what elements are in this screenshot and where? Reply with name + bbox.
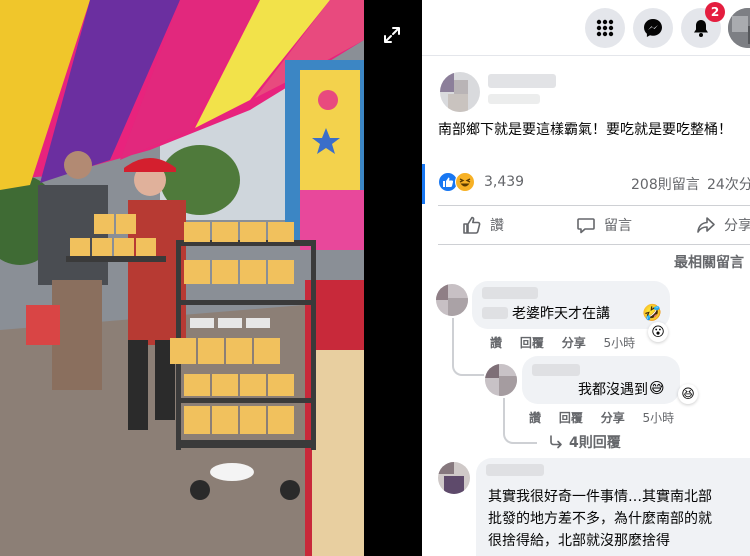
thread-line <box>452 318 454 360</box>
like-button[interactable]: 讚 <box>462 212 504 238</box>
share-label: 分享 <box>724 218 750 234</box>
comment-bubble: 老婆昨天才在講 🤣 <box>472 281 670 329</box>
reactions-summary: 3,439 208則留言 24次分 <box>422 168 750 198</box>
comment-bubble: 其實我很好奇一件事情…其實南北部 批發的地方差不多，為什麼南部的就 很捨得給，北… <box>476 458 750 556</box>
comment-time[interactable]: 5小時 <box>604 336 636 350</box>
post-photo[interactable] <box>0 0 364 556</box>
share-count[interactable]: 24次分 <box>707 174 750 194</box>
expand-icon[interactable] <box>381 24 403 46</box>
haha-reaction-icon <box>455 172 475 192</box>
reply-bubble: 我都沒遇到 😅 <box>522 356 680 404</box>
post-actions: 讚 留言 分享 <box>422 206 750 244</box>
reaction-icons[interactable] <box>438 172 480 194</box>
comment-actions: 讚 回覆 分享 5小時 <box>490 334 649 351</box>
top-bar: 2 <box>422 0 750 56</box>
thread-line <box>452 360 484 376</box>
laughing-emoji-icon: 😆 <box>681 386 695 402</box>
thread-line <box>503 428 537 444</box>
comment-share-link[interactable]: 分享 <box>562 336 586 350</box>
divider <box>438 244 750 245</box>
reply-time[interactable]: 5小時 <box>643 411 675 425</box>
laughing-emoji-icon: 🤣 <box>642 303 662 322</box>
grid-menu-icon <box>596 19 614 37</box>
post-time-redacted <box>488 94 540 104</box>
author-name-redacted <box>488 74 556 88</box>
reply-like-link[interactable]: 讚 <box>529 411 541 425</box>
reply-text: 我都沒遇到 <box>578 382 648 398</box>
comment-label: 留言 <box>604 218 632 234</box>
comment-sort-dropdown[interactable]: 最相關留言 <box>674 252 744 272</box>
commenter-avatar[interactable] <box>436 284 468 316</box>
more-replies-label: 4則回覆 <box>569 435 621 451</box>
commenter-name-redacted <box>486 464 544 476</box>
bell-icon <box>694 20 708 37</box>
photo-viewer <box>0 0 422 556</box>
view-more-replies[interactable]: 4則回覆 <box>549 432 621 452</box>
comment-line-2: 批發的地方差不多，為什麼南部的就 <box>488 511 712 527</box>
post-panel: 2 南部鄉下就是要這樣霸氣！要吃就是要吃整桶！ 3,439 208則留言 24次… <box>422 0 750 556</box>
messenger-button[interactable] <box>633 8 673 48</box>
wow-emoji-icon: 😮 <box>651 324 665 340</box>
sweat-smile-emoji-icon: 😅 <box>649 379 665 397</box>
comment-button[interactable]: 留言 <box>576 212 632 238</box>
share-button[interactable]: 分享 <box>696 212 750 238</box>
reply-actions: 讚 回覆 分享 5小時 <box>529 409 688 426</box>
reply-arrow-icon <box>550 435 562 449</box>
reply-reply-link[interactable]: 回覆 <box>559 411 583 425</box>
notification-badge: 2 <box>705 2 725 22</box>
reaction-count[interactable]: 3,439 <box>484 174 524 190</box>
comment-bubble-icon <box>577 218 595 234</box>
comment-like-link[interactable]: 讚 <box>490 336 502 350</box>
thumbs-up-icon <box>463 216 481 234</box>
comment-reply-link[interactable]: 回覆 <box>520 336 544 350</box>
like-label: 讚 <box>490 218 504 234</box>
commenter-avatar[interactable] <box>438 462 470 494</box>
replier-name-redacted <box>532 364 580 376</box>
post-text: 南部鄉下就是要這樣霸氣！要吃就是要吃整桶！ <box>438 122 732 138</box>
comment-reaction-icon[interactable]: 😮 <box>648 322 668 342</box>
comment-count[interactable]: 208則留言 <box>631 174 700 194</box>
reply-share-link[interactable]: 分享 <box>601 411 625 425</box>
post-author <box>422 66 750 116</box>
comment-line-1: 其實我很好奇一件事情…其實南北部 <box>488 489 712 505</box>
messenger-icon <box>644 19 662 37</box>
thread-line <box>503 398 505 428</box>
commenter-name-redacted <box>482 287 538 299</box>
reply-reaction-icon[interactable]: 😆 <box>678 384 698 404</box>
menu-button[interactable] <box>585 8 625 48</box>
replier-avatar[interactable] <box>485 364 517 396</box>
share-arrow-icon <box>697 217 715 233</box>
tagged-name-redacted <box>482 307 508 319</box>
profile-avatar[interactable] <box>728 8 750 48</box>
comment-line-3: 很捨得給，北部就沒那麼捨得 <box>488 533 670 549</box>
notifications-button[interactable]: 2 <box>681 2 725 48</box>
comment-sort: 最相關留言 <box>422 250 750 272</box>
page-avatar[interactable] <box>440 72 480 112</box>
comment-text: 老婆昨天才在講 <box>512 306 610 322</box>
